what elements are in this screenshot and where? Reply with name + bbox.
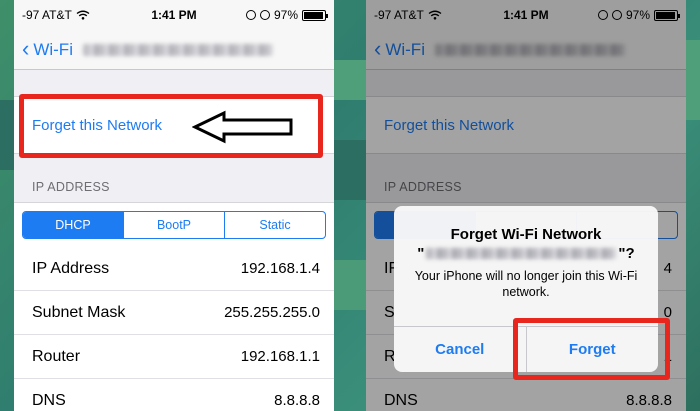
cancel-button[interactable]: Cancel	[394, 327, 526, 372]
segment-dhcp[interactable]: DHCP	[23, 212, 124, 238]
info-value: 8.8.8.8	[274, 392, 320, 409]
background-pixel-block	[334, 140, 366, 200]
left-arrow-outline-icon	[192, 110, 293, 144]
ip-info-list: IP Address 192.168.1.4 Subnet Mask 255.2…	[14, 247, 334, 411]
alert-title: Forget Wi-Fi Network	[450, 226, 602, 243]
blurred-network-name	[82, 43, 273, 56]
carrier-label: -97 AT&T	[22, 8, 72, 22]
forget-network-label: Forget this Network	[32, 116, 163, 134]
alert-network-name: " "?	[394, 245, 658, 262]
forget-button[interactable]: Forget	[525, 327, 659, 372]
background-pixel-block	[334, 60, 366, 100]
navigation-bar: ‹ Wi-Fi	[14, 30, 334, 70]
segment-bootp[interactable]: BootP	[124, 212, 225, 238]
back-label: Wi-Fi	[33, 39, 73, 59]
battery-percent: 97%	[273, 8, 298, 22]
location-icon	[245, 10, 256, 20]
ip-mode-segmented-control: DHCP BootP Static	[22, 211, 326, 239]
back-button[interactable]: ‹ Wi-Fi	[22, 35, 73, 61]
info-label: Router	[32, 347, 81, 365]
info-label: IP Address	[32, 259, 110, 277]
blurred-network-name	[426, 248, 617, 259]
info-value: 192.168.1.4	[240, 260, 320, 277]
info-row-dns: DNS 8.8.8.8	[14, 379, 334, 411]
segment-static[interactable]: Static	[225, 212, 325, 238]
alert-ssid-open-quote: "	[417, 245, 425, 262]
background-pixel-block	[686, 40, 700, 120]
info-row-ip-address: IP Address 192.168.1.4	[14, 247, 334, 291]
forget-network-alert: Forget Wi-Fi Network " "? Your iPhone wi…	[394, 206, 658, 372]
left-phone-screen: -97 AT&T 1:41 PM 97% ‹ Wi-Fi Forget this…	[14, 0, 334, 411]
info-value: 192.168.1.1	[240, 348, 320, 365]
ip-address-section-header: IP ADDRESS	[32, 180, 110, 194]
info-row-subnet-mask: Subnet Mask 255.255.255.0	[14, 291, 334, 335]
alert-message: Your iPhone will no longer join this Wi-…	[414, 269, 638, 300]
ip-mode-segment-area: DHCP BootP Static	[14, 202, 334, 247]
info-label: Subnet Mask	[32, 303, 126, 321]
info-label: DNS	[32, 391, 66, 409]
alert-ssid-close-quote: "?	[618, 245, 635, 262]
status-bar: -97 AT&T 1:41 PM 97%	[14, 0, 334, 30]
alarm-icon	[259, 10, 270, 20]
background-pixel-block	[0, 100, 14, 170]
alert-button-row: Cancel Forget	[394, 326, 658, 372]
battery-icon	[302, 9, 328, 21]
background-pixel-block	[334, 260, 366, 310]
info-row-router: Router 192.168.1.1	[14, 335, 334, 379]
chevron-left-icon: ‹	[22, 35, 30, 61]
right-phone-screen: -97 AT&T 1:41 PM 97% ‹ Wi-Fi Forget this…	[366, 0, 686, 411]
info-value: 255.255.255.0	[224, 304, 320, 321]
wifi-signal-icon	[76, 10, 90, 20]
